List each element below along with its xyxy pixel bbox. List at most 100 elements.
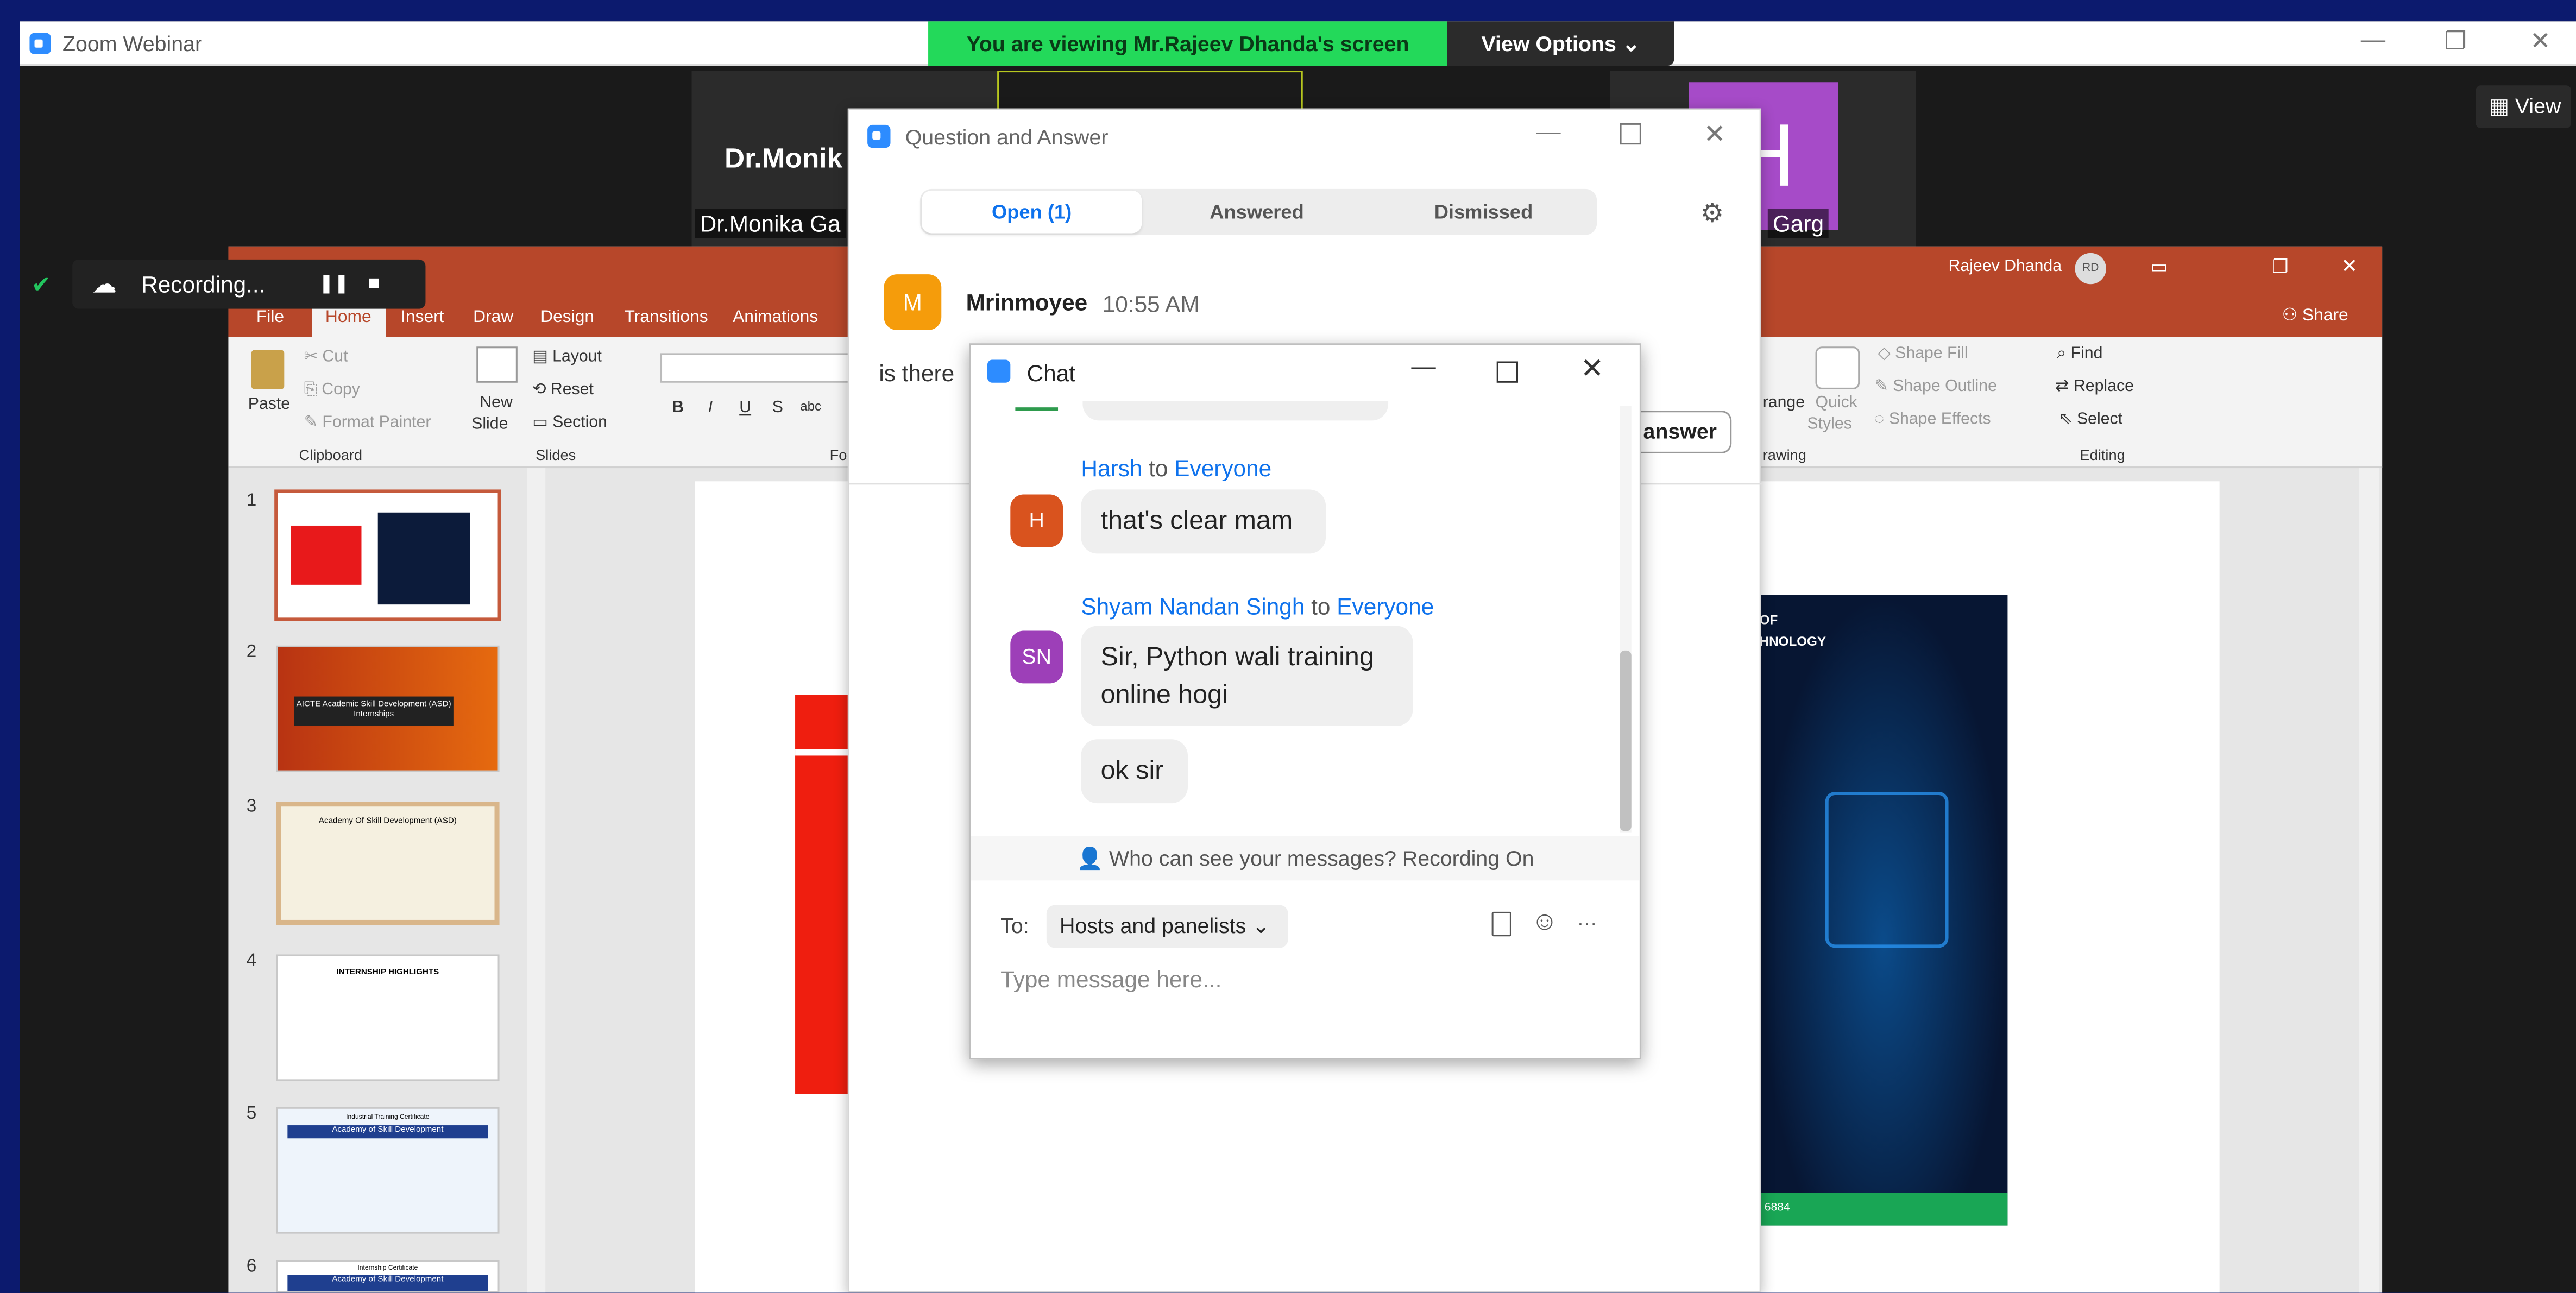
find-button[interactable]: ⌕ Find (2057, 345, 2102, 363)
select-label: Select (2076, 411, 2123, 429)
close-button[interactable]: ✕ (2530, 26, 2550, 55)
sender-name[interactable]: Shyam Nandan Singh (1081, 593, 1305, 619)
slide-number: 3 (246, 797, 257, 817)
strikethrough-button[interactable]: abc (800, 399, 821, 414)
replace-icon: ⇄ (2055, 377, 2074, 396)
slide-thumbnail-4[interactable]: INTERNSHIP HIGHLIGHTS (276, 954, 500, 1081)
slide-thumbnail-5[interactable]: Industrial Training Certificate Academy … (276, 1107, 500, 1234)
ppt-close-icon[interactable]: ✕ (2341, 255, 2357, 277)
tab-open[interactable]: Open (1) (921, 190, 1142, 234)
participant-name-large: Dr.Monik (724, 143, 843, 174)
question-time: 10:55 AM (1102, 291, 1200, 317)
slide-thumbnail-6[interactable]: Internship Certificate Academy of Skill … (276, 1260, 500, 1293)
format-painter-button[interactable]: ✎ Format Painter (304, 414, 431, 432)
shape-fill-label: Shape Fill (1895, 345, 1968, 363)
tab-transitions[interactable]: Transitions (624, 307, 708, 327)
paste-icon[interactable] (251, 350, 285, 389)
poster-text-of: OF (1759, 613, 1778, 628)
thumb-title: INTERNSHIP HIGHLIGHTS (336, 967, 439, 977)
select-button[interactable]: ⇖ Select (2058, 411, 2122, 428)
tab-animations[interactable]: Animations (733, 307, 818, 327)
section-button[interactable]: ▭ Section (532, 414, 607, 432)
canvas-scrollbar[interactable] (2359, 468, 2379, 1293)
brush-icon: ✎ (304, 414, 323, 432)
view-layout-button[interactable]: ▦ View (2476, 85, 2571, 128)
stop-recording-button[interactable]: ■ (368, 271, 380, 294)
qa-minimize-button[interactable]: — (1536, 118, 1560, 146)
recording-bar: ☁ Recording... ❚❚ ■ (72, 259, 426, 309)
slide-number: 6 (246, 1257, 257, 1277)
recording-label: Recording... (141, 271, 266, 298)
chat-scrollbar-thumb[interactable] (1620, 650, 1632, 831)
tab-insert[interactable]: Insert (401, 307, 444, 327)
copy-button[interactable]: ⎘ Copy (304, 381, 360, 399)
emoji-icon[interactable]: ☺ (1531, 909, 1558, 938)
font-name-box[interactable] (660, 353, 854, 383)
paste-button[interactable]: Paste (248, 396, 290, 414)
qa-maximize-button[interactable] (1620, 123, 1641, 145)
slide-thumbnail-pane: 1 2 AICTE Academic Skill Development (AS… (228, 468, 546, 1293)
sender-name[interactable]: Harsh (1081, 455, 1142, 481)
ppt-share-button[interactable]: ⚇ Share (2282, 306, 2348, 325)
arrange-button[interactable]: range (1763, 394, 1805, 412)
tab-answered[interactable]: Answered (1143, 189, 1370, 235)
quick-styles-icon[interactable] (1815, 346, 1860, 389)
copy-icon: ⎘ (304, 381, 322, 400)
scissors-icon: ✂ (304, 348, 323, 367)
ribbon-display-icon[interactable]: ▭ (2151, 256, 2168, 277)
chat-minimize-button[interactable]: — (1411, 353, 1435, 381)
message-sender: Shyam Nandan Singh to Everyone (1081, 593, 1434, 619)
chat-close-button[interactable]: ✕ (1580, 353, 1604, 386)
section-icon: ▭ (532, 414, 553, 432)
message-line: Sir, Python wali training (1100, 644, 1374, 672)
recipient-value: Hosts and panelists (1060, 913, 1246, 938)
slide-thumbnail-3[interactable]: Academy Of Skill Development (ASD) (276, 802, 500, 925)
view-options-button[interactable]: View Options ⌄ (1447, 21, 1674, 66)
slide-thumbnail-2[interactable]: AICTE Academic Skill Development (ASD) I… (276, 645, 500, 772)
restore-icon[interactable]: ❐ (2272, 256, 2288, 277)
chat-window: Chat — ✕ H Harsh to Everyone that's clea… (969, 343, 1641, 1060)
layout-button[interactable]: ▤ Layout (532, 348, 602, 366)
recipient-dropdown[interactable]: Hosts and panelists ⌄ (1046, 905, 1288, 948)
to-label: To: (1000, 913, 1029, 938)
tab-file[interactable]: File (256, 307, 284, 327)
more-options-icon[interactable]: ··· (1577, 912, 1597, 935)
to-word: to (1149, 455, 1168, 482)
reset-button[interactable]: ⟲ Reset (532, 381, 594, 399)
chat-maximize-button[interactable] (1496, 361, 1519, 383)
tab-design[interactable]: Design (540, 307, 594, 327)
poster-graphic (1825, 792, 1949, 948)
bold-button[interactable]: B (672, 399, 684, 417)
message-visibility-notice[interactable]: 👤 Who can see your messages? Recording O… (971, 836, 1640, 881)
tab-draw[interactable]: Draw (473, 307, 513, 327)
minimize-button[interactable]: — (2361, 26, 2385, 54)
styles-label[interactable]: Styles (1807, 415, 1851, 433)
underline-button[interactable]: U (739, 399, 751, 417)
slide-thumbnail-1[interactable] (274, 489, 501, 621)
fill-icon: ◇ (1878, 345, 1895, 363)
slide-label[interactable]: Slide (471, 415, 508, 433)
tab-dismissed[interactable]: Dismissed (1370, 189, 1597, 235)
drawing-group-label: rawing (1762, 446, 1806, 464)
shadow-button[interactable]: S (772, 399, 783, 417)
italic-button[interactable]: I (708, 399, 713, 417)
new-label[interactable]: New (480, 394, 513, 412)
user-avatar[interactable]: RD (2075, 253, 2106, 285)
thumbnail-scrollbar[interactable] (527, 468, 546, 1293)
tab-home[interactable]: Home (325, 307, 371, 327)
qa-close-button[interactable]: ✕ (1704, 118, 1726, 151)
to-word: to (1311, 592, 1331, 620)
quick-label[interactable]: Quick (1816, 394, 1857, 412)
shape-effects-button[interactable]: ◌ Shape Effects (1874, 411, 1991, 428)
gear-icon[interactable]: ⚙ (1700, 197, 1724, 230)
file-icon[interactable] (1491, 911, 1511, 937)
new-slide-icon[interactable] (476, 346, 518, 383)
shape-fill-button[interactable]: ◇ Shape Fill (1878, 345, 1968, 363)
pause-recording-button[interactable]: ❚❚ (319, 273, 349, 294)
restore-button[interactable]: ❐ (2445, 26, 2467, 55)
replace-button[interactable]: ⇄ Replace (2055, 378, 2134, 396)
poster-text-technology: HNOLOGY (1759, 634, 1826, 649)
shape-outline-button[interactable]: ✎ Shape Outline (1874, 378, 1997, 396)
message-input[interactable]: Type message here... (1000, 966, 1608, 999)
cut-button[interactable]: ✂ Cut (304, 348, 348, 366)
